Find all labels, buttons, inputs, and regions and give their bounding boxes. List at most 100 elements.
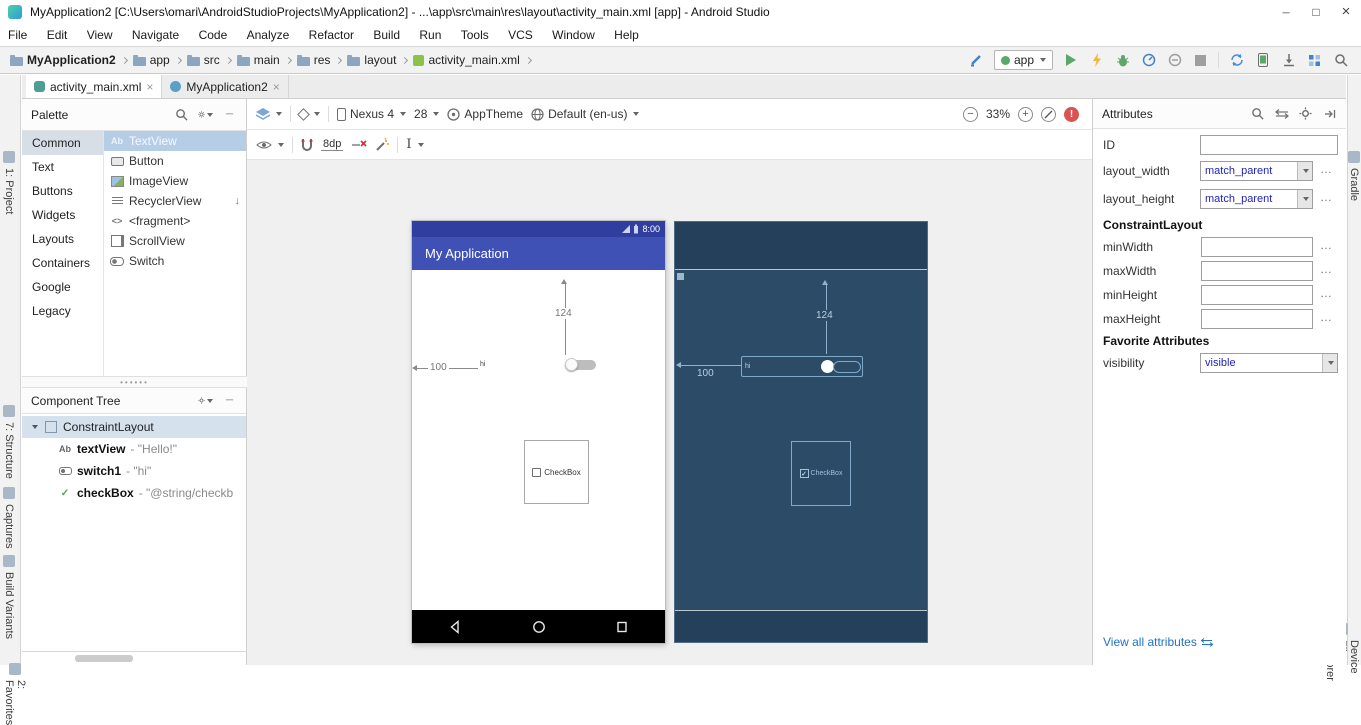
switch-widget[interactable]: hi [478, 355, 597, 375]
tool-window-structure[interactable]: 7: Structure [3, 405, 15, 479]
infer-constraints-button[interactable] [375, 137, 390, 152]
close-tab-icon[interactable] [146, 80, 153, 94]
clear-constraints-button[interactable] [351, 138, 367, 151]
palette-category-legacy[interactable]: Legacy [22, 299, 103, 323]
zoom-fit-button[interactable] [1041, 106, 1056, 122]
menu-navigate[interactable]: Navigate [124, 24, 187, 46]
apply-changes-button[interactable] [1088, 52, 1105, 69]
dropdown-button[interactable] [1297, 162, 1312, 180]
menu-build[interactable]: Build [365, 24, 408, 46]
gear-icon[interactable] [198, 107, 213, 122]
minwidth-input[interactable] [1201, 237, 1313, 257]
tab-myapplication2[interactable]: MyApplication2 [162, 75, 289, 98]
checkbox-widget[interactable]: CheckBox [791, 441, 851, 506]
menu-view[interactable]: View [79, 24, 121, 46]
tool-window-build-variants[interactable]: Build Variants [3, 555, 15, 639]
maxheight-input[interactable] [1201, 309, 1313, 329]
view-all-attributes-link[interactable]: View all attributes [1103, 635, 1213, 649]
tree-row-checkbox[interactable]: checkBox - "@string/checkb [22, 482, 246, 504]
switch-widget[interactable]: hi [741, 356, 863, 377]
menu-vcs[interactable]: VCS [500, 24, 541, 46]
profile-button[interactable] [1140, 52, 1157, 69]
layout-width-select[interactable]: match_parent [1200, 161, 1313, 181]
attach-debugger-icon[interactable] [1166, 52, 1183, 69]
palette-category-google[interactable]: Google [22, 275, 103, 299]
breadcrumb-item[interactable]: main [235, 53, 282, 67]
id-input[interactable] [1200, 135, 1338, 155]
debug-button[interactable] [1114, 52, 1131, 69]
resource-picker-button[interactable] [1320, 238, 1332, 252]
download-icon[interactable] [235, 195, 241, 207]
tool-window-captures[interactable]: Captures [3, 487, 15, 549]
sdk-manager-button[interactable] [1280, 52, 1297, 69]
search-icon[interactable] [174, 107, 189, 122]
close-button[interactable] [1331, 0, 1361, 24]
close-tab-icon[interactable] [273, 80, 280, 94]
avd-manager-button[interactable] [1254, 52, 1271, 69]
palette-item-textview[interactable]: TextView [104, 131, 246, 151]
tool-window-gradle[interactable]: Gradle [1348, 151, 1360, 201]
view-options-select[interactable] [256, 140, 284, 150]
maximize-button[interactable] [1301, 0, 1331, 24]
tool-window-favorites[interactable]: 2: Favorites [3, 663, 27, 725]
tree-row-textview[interactable]: textView - "Hello!" [22, 438, 246, 460]
breadcrumb-item[interactable]: layout [345, 53, 398, 67]
maxwidth-input[interactable] [1201, 261, 1313, 281]
menu-file[interactable]: File [0, 24, 35, 46]
palette-item-scrollview[interactable]: ScrollView [104, 231, 246, 251]
theme-select[interactable]: AppTheme [447, 107, 523, 121]
menu-edit[interactable]: Edit [39, 24, 76, 46]
hide-panel-icon[interactable] [222, 107, 237, 122]
menu-analyze[interactable]: Analyze [239, 24, 298, 46]
palette-category-layouts[interactable]: Layouts [22, 227, 103, 251]
menu-code[interactable]: Code [191, 24, 236, 46]
palette-category-text[interactable]: Text [22, 155, 103, 179]
device-select[interactable]: Nexus 4 [337, 107, 407, 121]
minheight-input[interactable] [1201, 285, 1313, 305]
design-surface[interactable]: 8:00 My Application 124 100 hi CheckBox [247, 160, 1092, 665]
checkbox-widget[interactable]: CheckBox [524, 440, 589, 504]
expand-chevron-icon[interactable] [32, 425, 38, 429]
breadcrumb-item[interactable]: activity_main.xml [411, 53, 521, 67]
breadcrumb-item[interactable]: MyApplication2 [8, 53, 118, 67]
search-icon[interactable] [1250, 106, 1265, 121]
hide-panel-icon[interactable] [1322, 106, 1337, 121]
menu-run[interactable]: Run [411, 24, 449, 46]
palette-item-imageview[interactable]: ImageView [104, 171, 246, 191]
run-button[interactable] [1062, 52, 1079, 69]
breadcrumb-item[interactable]: res [295, 53, 333, 67]
error-indicator[interactable] [1064, 106, 1079, 122]
dropdown-button[interactable] [1297, 190, 1312, 208]
tab-activity-main-xml[interactable]: activity_main.xml [26, 75, 163, 98]
autoconnect-toggle[interactable] [301, 138, 313, 152]
tree-row-constraintlayout[interactable]: ConstraintLayout [22, 416, 246, 438]
project-structure-button[interactable] [1306, 52, 1323, 69]
dropdown-button[interactable] [1322, 354, 1337, 372]
menu-tools[interactable]: Tools [453, 24, 497, 46]
search-everywhere-icon[interactable] [1332, 52, 1349, 69]
selection-handle[interactable] [677, 273, 684, 280]
breadcrumb-item[interactable]: src [185, 53, 222, 67]
resource-picker-button[interactable] [1320, 162, 1332, 176]
run-config-select[interactable]: app [993, 50, 1053, 70]
palette-item-fragment[interactable]: <fragment> [104, 211, 246, 231]
menu-help[interactable]: Help [606, 24, 647, 46]
locale-select[interactable]: Default (en-us) [531, 107, 640, 121]
design-preview[interactable]: 8:00 My Application 124 100 hi CheckBox [412, 221, 665, 643]
stop-button[interactable] [1192, 52, 1209, 69]
visibility-select[interactable]: visible [1200, 353, 1338, 373]
menu-refactor[interactable]: Refactor [301, 24, 362, 46]
swap-view-icon[interactable] [1274, 106, 1289, 121]
cursor-mode-select[interactable] [406, 137, 424, 152]
default-margin-select[interactable]: 8dp [321, 138, 344, 151]
minimize-button[interactable] [1271, 0, 1301, 24]
blueprint-preview[interactable]: 124 100 hi CheckBox [674, 221, 928, 643]
panel-splitter[interactable] [22, 376, 247, 388]
resource-picker-button[interactable] [1320, 262, 1332, 276]
zoom-in-button[interactable] [1018, 106, 1033, 122]
pencil-icon[interactable] [968, 52, 985, 69]
palette-category-widgets[interactable]: Widgets [22, 203, 103, 227]
resource-picker-button[interactable] [1320, 190, 1332, 204]
palette-item-switch[interactable]: Switch [104, 251, 246, 271]
palette-category-containers[interactable]: Containers [22, 251, 103, 275]
